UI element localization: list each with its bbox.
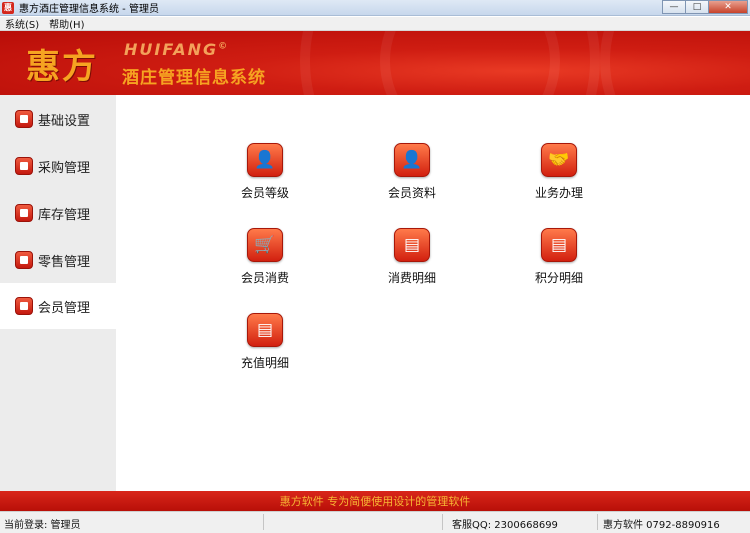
sidebar-item-label: 零售管理: [38, 254, 91, 270]
status-divider: [263, 514, 264, 530]
tile-member-profile[interactable]: 👤 会员资料: [357, 143, 467, 201]
tile-business[interactable]: 🤝 业务办理: [504, 143, 614, 201]
sidebar-item-label: 库存管理: [38, 207, 91, 223]
member-cart-icon: 🛒: [247, 228, 283, 262]
tile-member-level[interactable]: 👤 会员等级: [210, 143, 320, 201]
member-icon: [15, 297, 33, 315]
app-icon: 惠: [2, 1, 14, 14]
status-company-phone: 惠方软件 0792-8890916: [603, 520, 720, 531]
sidebar-item-label: 采购管理: [38, 160, 91, 176]
logo-chinese: 惠方: [26, 47, 98, 87]
tile-label: 业务办理: [534, 186, 583, 200]
banner-decoration: [380, 31, 560, 95]
purchase-icon: [15, 157, 33, 175]
close-button[interactable]: ✕: [708, 0, 748, 14]
tile-label: 消费明细: [387, 271, 436, 285]
member-level-icon: 👤: [247, 143, 283, 177]
tile-points-detail[interactable]: ▤ 积分明细: [504, 228, 614, 286]
tile-label: 会员消费: [240, 271, 289, 285]
sidebar-item-basic-settings[interactable]: 基础设置: [0, 96, 116, 142]
status-divider: [442, 514, 443, 530]
footer-slogan: 惠方软件 专为简便使用设计的管理软件: [279, 495, 471, 508]
menu-item-system[interactable]: 系统(S): [0, 16, 44, 31]
tile-consumption-detail[interactable]: ▤ 消费明细: [357, 228, 467, 286]
recharge-list-icon: ▤: [247, 313, 283, 347]
status-bar: 当前登录: 管理员 客服QQ: 2300668699 惠方软件 0792-889…: [0, 511, 750, 533]
tile-label: 充值明细: [240, 356, 289, 370]
status-divider: [597, 514, 598, 530]
handshake-icon: 🤝: [541, 143, 577, 177]
window-title: 惠方酒庄管理信息系统 - 管理员: [19, 4, 159, 15]
system-name: 酒庄管理信息系统: [122, 68, 266, 88]
minimize-button[interactable]: —: [662, 0, 686, 14]
warehouse-icon: [15, 204, 33, 222]
footer-bar: 惠方软件 专为简便使用设计的管理软件: [0, 491, 750, 511]
banner-decoration: [600, 31, 750, 95]
window-controls: — □ ✕: [662, 0, 748, 14]
member-profile-icon: 👤: [394, 143, 430, 177]
status-support-qq: 客服QQ: 2300668699: [452, 520, 558, 531]
retail-icon: [15, 251, 33, 269]
points-list-icon: ▤: [541, 228, 577, 262]
sidebar-item-label: 会员管理: [38, 300, 91, 316]
menu-item-help[interactable]: 帮助(H): [44, 16, 89, 31]
status-login-user: 当前登录: 管理员: [4, 520, 81, 531]
tile-member-consumption[interactable]: 🛒 会员消费: [210, 228, 320, 286]
sidebar-item-label: 基础设置: [38, 113, 91, 129]
header-banner: 惠方 HUIFANG© 酒庄管理信息系统: [0, 31, 750, 95]
sidebar-item-retail[interactable]: 零售管理: [0, 237, 116, 283]
settings-icon: [15, 110, 33, 128]
logo-english: HUIFANG©: [124, 40, 230, 59]
menu-bar: 系统(S) 帮助(H): [0, 17, 750, 31]
tile-label: 会员等级: [240, 186, 289, 200]
main-panel: 👤 会员等级 👤 会员资料 🤝 业务办理 🛒 会员消费 ▤ 消费明细 ▤ 积分明…: [116, 95, 750, 491]
sidebar-item-member[interactable]: 会员管理: [0, 283, 116, 329]
tile-recharge-detail[interactable]: ▤ 充值明细: [210, 313, 320, 371]
maximize-button[interactable]: □: [685, 0, 709, 14]
sidebar: 基础设置 采购管理 库存管理 零售管理 会员管理: [0, 95, 116, 491]
sidebar-item-inventory[interactable]: 库存管理: [0, 190, 116, 236]
title-bar: 惠 惠方酒庄管理信息系统 - 管理员 — □ ✕: [0, 0, 750, 16]
sidebar-item-purchase[interactable]: 采购管理: [0, 143, 116, 189]
tile-label: 会员资料: [387, 186, 436, 200]
consumption-list-icon: ▤: [394, 228, 430, 262]
tile-label: 积分明细: [534, 271, 583, 285]
